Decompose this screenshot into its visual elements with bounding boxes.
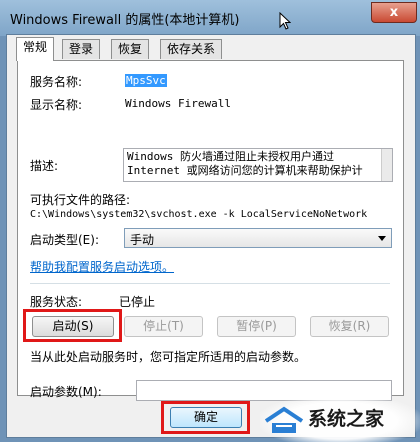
watermark-logo: 系统之家 bbox=[260, 395, 420, 442]
description-line-1: Windows 防火墙通过阻止未授权用户通过 bbox=[127, 150, 334, 163]
chevron-down-icon bbox=[378, 236, 386, 241]
title-bar[interactable]: Windows Firewall 的属性(本地计算机) x bbox=[0, 0, 420, 36]
description-scrollbar[interactable] bbox=[381, 149, 392, 181]
pause-button[interactable]: 暂停(P) bbox=[217, 316, 296, 337]
highlight-box-ok bbox=[161, 401, 250, 434]
help-configure-link[interactable]: 帮助我配置服务启动选项。 bbox=[30, 258, 174, 275]
resume-button[interactable]: 恢复(R) bbox=[310, 316, 389, 337]
divider bbox=[30, 283, 390, 284]
general-tab-panel: 服务名称: MpsSvc 显示名称: Windows Firewall 描述: … bbox=[17, 60, 404, 401]
startup-type-label: 启动类型(E): bbox=[30, 233, 99, 247]
tab-general[interactable]: 常规 bbox=[16, 37, 55, 61]
startup-type-value: 手动 bbox=[130, 233, 155, 247]
tab-dependencies[interactable]: 依存关系 bbox=[160, 39, 223, 59]
stop-button[interactable]: 停止(T) bbox=[124, 316, 203, 337]
description-textbox[interactable]: Windows 防火墙通过阻止未授权用户通过 Internet 或网络访问您的计… bbox=[123, 148, 393, 182]
dialog-client-area: 常规 登录 恢复 依存关系 服务名称: MpsSvc 显示名称: Windows… bbox=[6, 34, 416, 438]
startup-type-dropdown[interactable]: 手动 bbox=[124, 228, 392, 248]
description-label: 描述: bbox=[30, 159, 59, 173]
properties-window: Windows Firewall 的属性(本地计算机) x 常规 登录 恢复 依… bbox=[0, 0, 420, 442]
service-name-label: 服务名称: bbox=[30, 75, 83, 89]
display-name-value[interactable]: Windows Firewall bbox=[125, 97, 231, 110]
window-title: Windows Firewall 的属性(本地计算机) bbox=[10, 13, 240, 28]
exe-path-label: 可执行文件的路径: bbox=[30, 193, 131, 207]
start-params-label: 启动参数(M): bbox=[30, 385, 102, 399]
service-status-label: 服务状态: bbox=[30, 295, 83, 309]
start-params-hint: 当从此处启动服务时，您可指定所适用的启动参数。 bbox=[30, 350, 307, 364]
tab-logon[interactable]: 登录 bbox=[62, 39, 101, 59]
exe-path-value[interactable]: C:\Windows\system32\svchost.exe -k Local… bbox=[30, 209, 367, 220]
description-line-2: Internet 或网络访问您的计算机来帮助保护计 bbox=[127, 164, 363, 177]
service-status-value: 已停止 bbox=[119, 295, 156, 309]
house-logo-icon bbox=[264, 406, 304, 433]
service-name-value[interactable]: MpsSvc bbox=[125, 74, 167, 87]
display-name-label: 显示名称: bbox=[30, 98, 83, 112]
tab-recovery[interactable]: 恢复 bbox=[111, 39, 150, 59]
close-button[interactable]: x bbox=[371, 2, 417, 23]
mouse-cursor-icon bbox=[279, 12, 291, 30]
watermark-text: 系统之家 bbox=[308, 408, 385, 430]
highlight-box-start bbox=[23, 309, 122, 342]
